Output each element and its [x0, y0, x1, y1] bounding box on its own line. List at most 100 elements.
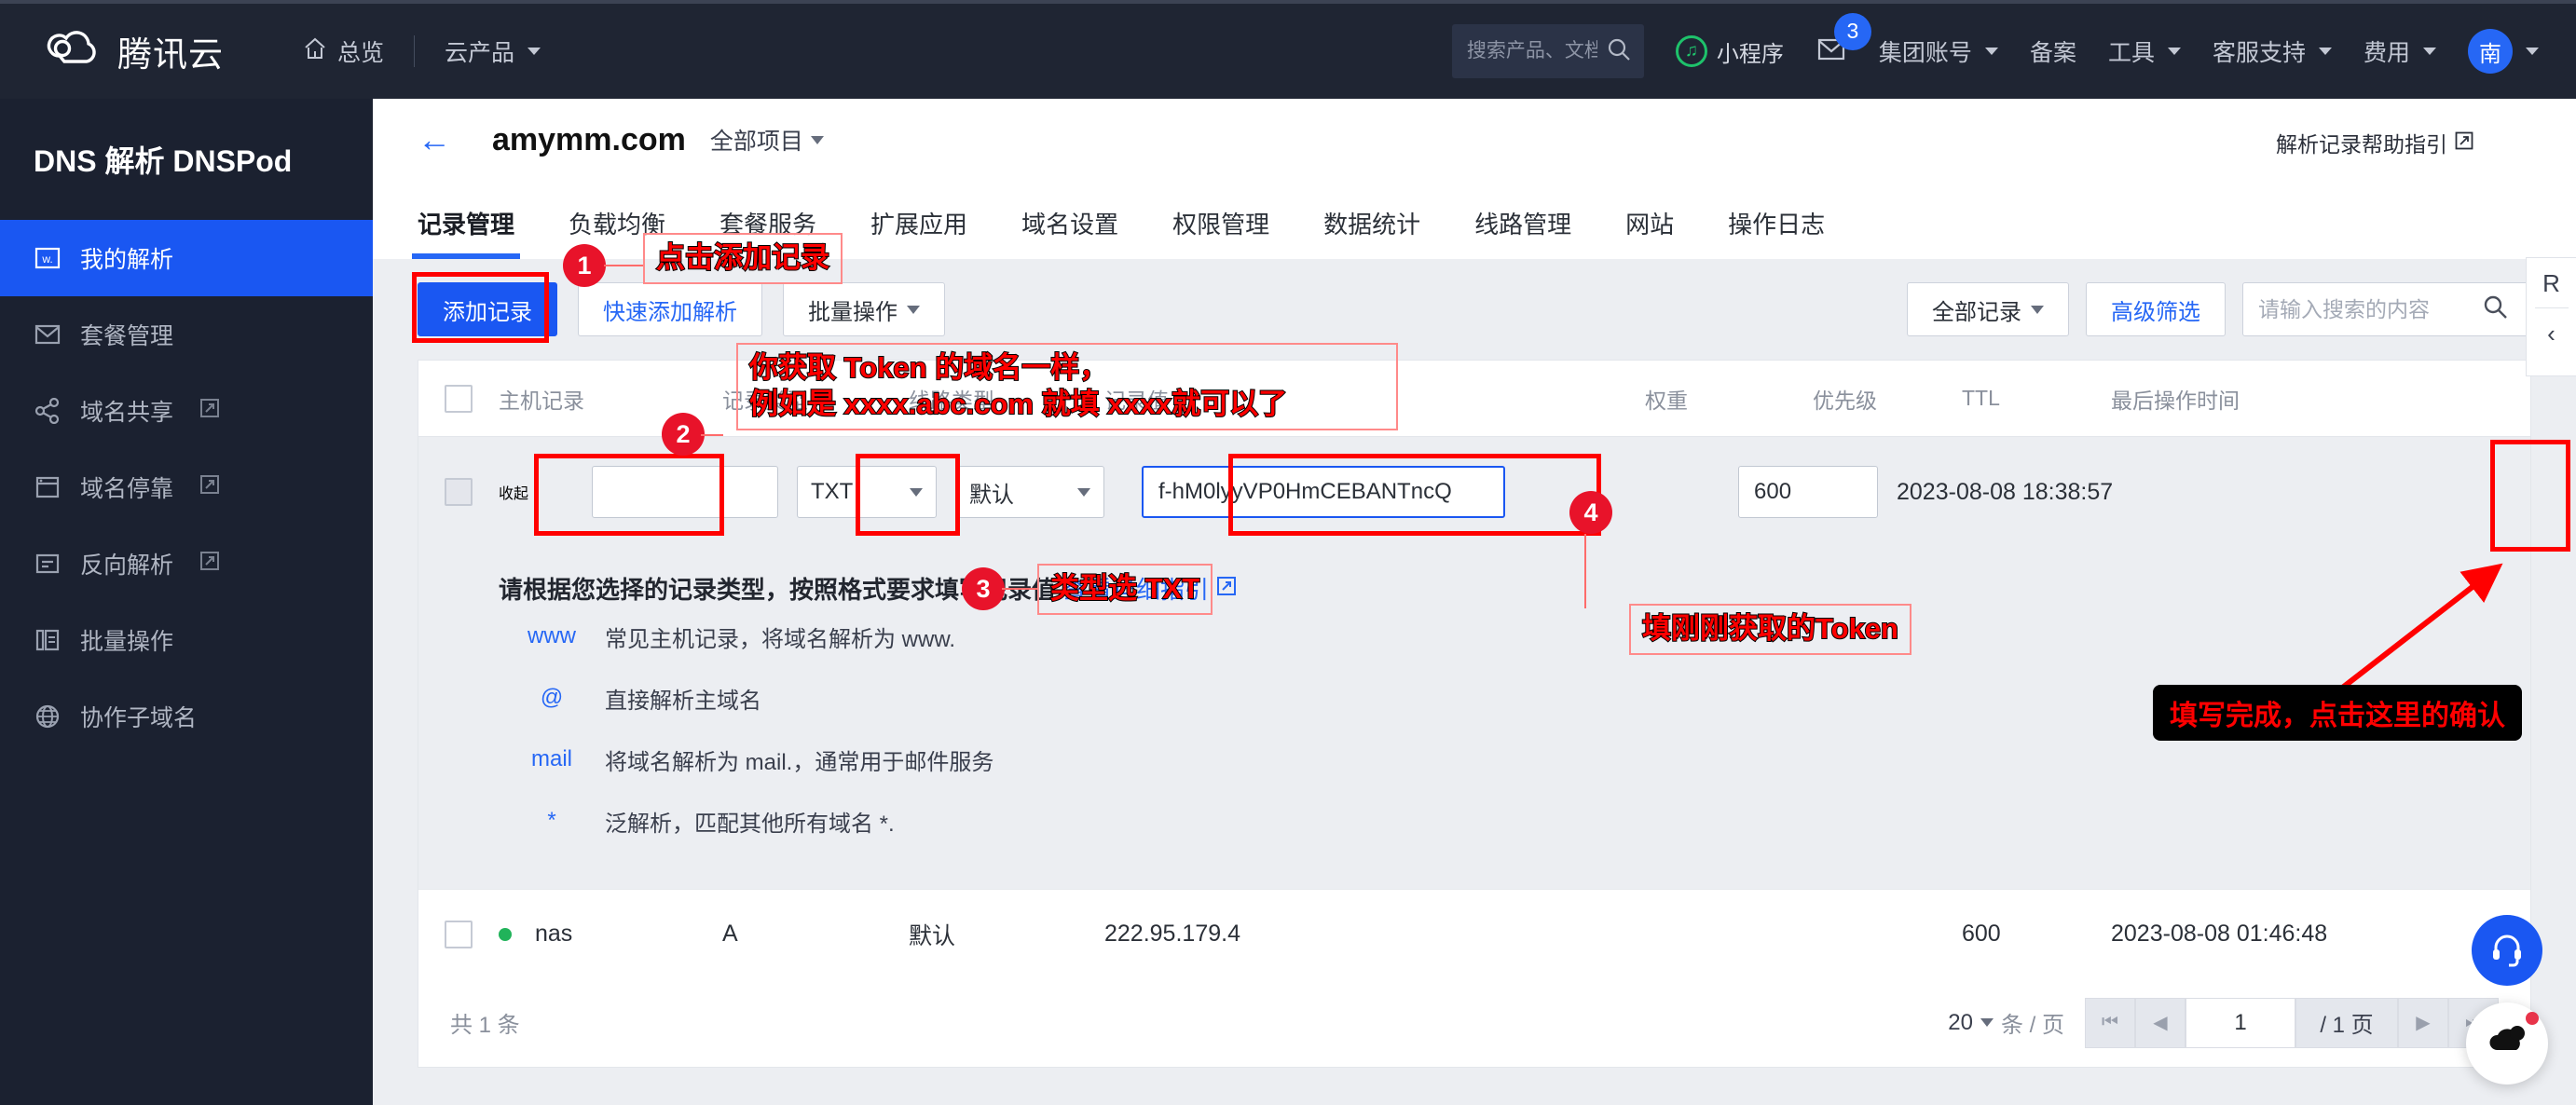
tab-extension-app[interactable]: 扩展应用 [870, 206, 967, 259]
next-page-button[interactable]: ▶ [2398, 997, 2448, 1048]
tab-permission-management[interactable]: 权限管理 [1172, 206, 1269, 259]
sidebar-item-my-records[interactable]: w. 我的解析 [0, 220, 373, 296]
row-checkbox[interactable] [445, 478, 473, 506]
sidebar-item-label: 域名共享 [80, 400, 174, 426]
pagination-bar: 共 1 条 20 条 / 页 ⏮ ◀ 1 / 1 页 ▶ ⏭ [418, 978, 2531, 1068]
chevron-down-icon [528, 48, 541, 55]
table-row[interactable]: nas A 默认 222.95.179.4 600 2023-08-08 01:… [418, 889, 2530, 978]
prev-page-button[interactable]: ◀ [2135, 997, 2185, 1048]
collapse-toggle[interactable]: 收起 [499, 481, 592, 503]
records-toolbar: 添加记录 快速添加解析 批量操作 全部记录 高级筛选 [373, 259, 2576, 360]
current-page-input[interactable]: 1 [2185, 997, 2295, 1048]
tab-package-service[interactable]: 套餐服务 [719, 206, 816, 259]
tab-domain-settings[interactable]: 域名设置 [1021, 206, 1118, 259]
edit-row-time: 2023-08-08 18:38:57 [1897, 478, 2114, 505]
tab-load-balancing[interactable]: 负载均衡 [569, 206, 665, 259]
chevron-down-icon [810, 135, 824, 144]
page-size-label: 条 / 页 [2000, 1013, 2064, 1038]
tab-data-statistics[interactable]: 数据统计 [1323, 206, 1420, 259]
sidebar-item-batch-operation[interactable]: 批量操作 [0, 602, 373, 678]
nav-beian[interactable]: 备案 [2030, 34, 2076, 68]
help-desc: 直接解析主域名 [605, 688, 761, 714]
nav-fee[interactable]: 费用 [2364, 34, 2436, 68]
host-record-input[interactable] [592, 466, 778, 518]
resolve-icon: w. [34, 244, 62, 272]
chevron-down-icon [910, 487, 923, 497]
chevron-down-icon [2526, 48, 2539, 55]
add-record-button[interactable]: 添加记录 [418, 282, 557, 336]
back-arrow-icon[interactable]: ← [418, 123, 451, 157]
nav-user-menu[interactable]: 南 [2468, 29, 2539, 74]
records-search-box[interactable] [2242, 282, 2531, 336]
help-guide-link[interactable]: 解析记录帮助指引 [2276, 127, 2473, 158]
cell-time: 2023-08-08 01:46:48 [2111, 921, 2328, 947]
project-selector-label: 全部项目 [709, 129, 803, 155]
brand-logo[interactable]: 腾讯云 [43, 22, 224, 80]
row-checkbox[interactable] [445, 920, 473, 948]
select-all-checkbox[interactable] [445, 384, 473, 413]
project-selector[interactable]: 全部项目 [710, 123, 824, 157]
main-content: ← amymm.com 全部项目 解析记录帮助指引 记录管理 负载均衡 套餐服务… [373, 99, 2576, 1105]
page-size-select[interactable]: 20 条 / 页 [1948, 1006, 2064, 1039]
ttl-input[interactable] [1738, 466, 1878, 518]
tab-line-management[interactable]: 线路管理 [1474, 206, 1571, 259]
sidebar-item-package-management[interactable]: 套餐管理 [0, 296, 373, 373]
status-dot-icon [499, 928, 512, 941]
nav-tools[interactable]: 工具 [2108, 34, 2181, 68]
chevron-left-icon[interactable]: ‹ [2547, 308, 2555, 360]
headset-icon [2487, 929, 2527, 973]
nav-messages[interactable]: 3 [1816, 12, 1871, 70]
tab-website[interactable]: 网站 [1625, 206, 1674, 259]
total-pages-label: / 1 页 [2295, 997, 2398, 1048]
help-title: 请根据您选择的记录类型，按照格式要求填写记录值 [499, 576, 1057, 604]
avatar: 南 [2468, 29, 2513, 74]
tab-operation-log[interactable]: 操作日志 [1728, 206, 1825, 259]
search-icon[interactable] [2482, 293, 2510, 326]
line-type-value: 默认 [969, 482, 1014, 508]
line-type-select[interactable]: 默认 [955, 466, 1104, 518]
batch-operation-button[interactable]: 批量操作 [783, 282, 945, 336]
pagination-controls: 20 条 / 页 ⏮ ◀ 1 / 1 页 ▶ ⏭ [1948, 997, 2499, 1048]
right-rail: R ‹ [2526, 257, 2576, 376]
records-search-input[interactable] [2258, 296, 2482, 322]
col-header-value: 记录值 [1104, 388, 1169, 413]
first-page-button[interactable]: ⏮ [2085, 997, 2135, 1048]
cell-line: 默认 [909, 922, 956, 949]
cloud-notification-fab[interactable] [2466, 1003, 2548, 1085]
search-icon[interactable] [1605, 35, 1633, 68]
support-fab-button[interactable] [2472, 915, 2542, 986]
global-search-input[interactable] [1466, 40, 1597, 62]
nav-overview[interactable]: 总览 [302, 34, 384, 68]
nav-beian-label: 备案 [2029, 40, 2076, 66]
nav-group-account[interactable]: 集团账号 [1879, 34, 1998, 68]
nav-fee-label: 费用 [2363, 40, 2410, 66]
nav-support[interactable]: 客服支持 [2213, 34, 2332, 68]
external-link-icon [1216, 574, 1237, 603]
external-link-icon [199, 551, 220, 578]
cell-type: A [722, 921, 738, 947]
sidebar-item-collab-subdomain[interactable]: 协作子域名 [0, 678, 373, 755]
advanced-filter-button[interactable]: 高级筛选 [2086, 282, 2226, 336]
nav-support-label: 客服支持 [2212, 40, 2306, 66]
tab-record-management[interactable]: 记录管理 [411, 206, 521, 259]
row-checkbox-cell [418, 478, 499, 506]
type-select-cell: TXT [797, 466, 955, 518]
sidebar-item-domain-parking[interactable]: 域名停靠 [0, 449, 373, 525]
sidebar-item-domain-share[interactable]: 域名共享 [0, 373, 373, 449]
brand-name: 腾讯云 [117, 35, 224, 74]
help-key: www [528, 623, 576, 648]
record-type-select[interactable]: TXT [797, 466, 937, 518]
global-search-box[interactable] [1451, 24, 1644, 78]
batch-icon [34, 626, 62, 654]
record-value-input[interactable] [1142, 466, 1505, 518]
sidebar-item-label: 协作子域名 [80, 705, 198, 731]
help-row: www 常见主机记录，将域名解析为 www. [418, 606, 2530, 667]
help-key: @ [540, 685, 564, 710]
nav-cloud-products[interactable]: 云产品 [445, 34, 541, 68]
record-filter-select[interactable]: 全部记录 [1907, 282, 2069, 336]
help-detail-link[interactable]: 查看详细指引 [1063, 571, 1209, 606]
quick-add-button[interactable]: 快速添加解析 [578, 282, 762, 336]
sidebar-item-reverse-resolution[interactable]: 反向解析 [0, 525, 373, 602]
nav-mini-program[interactable]: ♫ 小程序 [1675, 35, 1784, 68]
globe-icon [34, 703, 62, 730]
